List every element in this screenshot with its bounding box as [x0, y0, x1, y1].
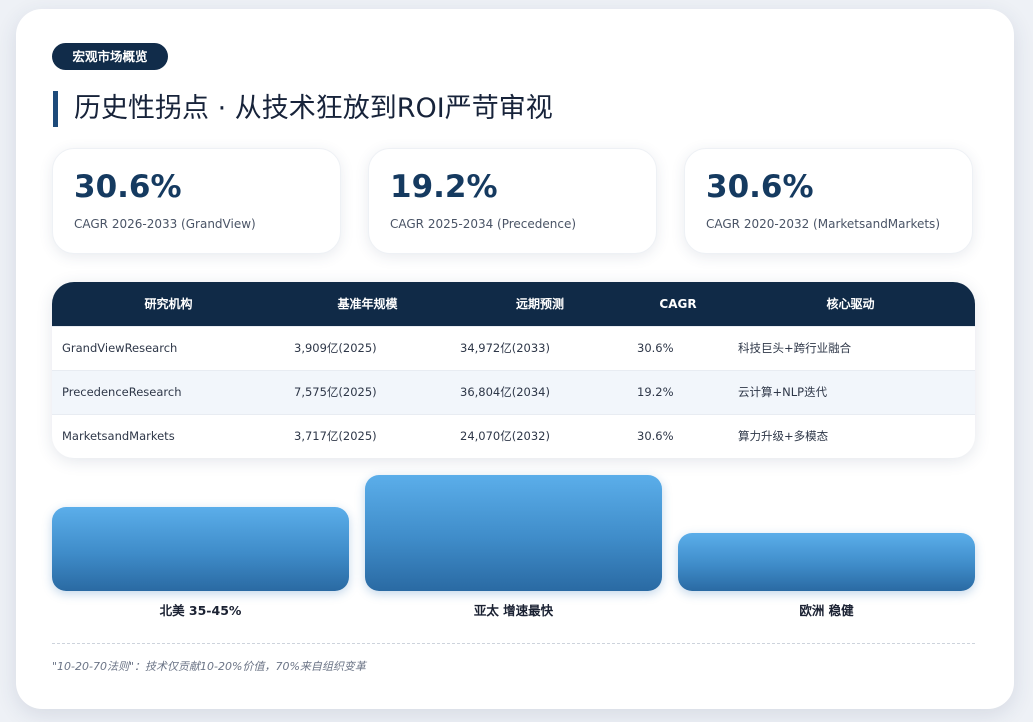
stat-card-grandview: 30.6% CAGR 2026-2033 (GrandView) [52, 148, 341, 254]
cell-base-size: 3,717亿(2025) [294, 429, 377, 443]
page-title: 历史性拐点 · 从技术狂放到ROI严苛审视 [74, 93, 553, 124]
table-row: GrandViewResearch 3,909亿(2025) 34,972亿(2… [52, 326, 975, 370]
stat-card-precedence: 19.2% CAGR 2025-2034 (Precedence) [368, 148, 657, 254]
footnote: "10-20-70法则"：技术仅贡献10-20%价值，70%来自组织变革 [52, 660, 366, 673]
region-label-europe: 欧洲 稳健 [799, 603, 854, 618]
column-header-drivers: 核心驱动 [826, 297, 875, 311]
stat-value: 30.6% [74, 169, 182, 205]
region-label-north-america: 北美 35-45% [159, 603, 242, 618]
column-header-base-size: 基准年规模 [337, 297, 398, 311]
cell-drivers: 云计算+NLP迭代 [738, 385, 828, 399]
region-label-asia-pacific: 亚太 增速最快 [473, 603, 554, 618]
region-bar-asia-pacific [365, 475, 662, 591]
stat-value: 30.6% [706, 169, 814, 205]
cell-institution: GrandViewResearch [62, 341, 178, 355]
cell-drivers: 算力升级+多模态 [738, 429, 829, 443]
cell-forecast: 36,804亿(2034) [460, 385, 550, 399]
region-bar-north-america [52, 507, 349, 591]
column-header-forecast: 远期预测 [515, 297, 564, 311]
cell-forecast: 34,972亿(2033) [460, 341, 550, 355]
stat-label: CAGR 2025-2034 (Precedence) [390, 217, 577, 231]
stat-value: 19.2% [390, 169, 498, 205]
stat-card-marketsandmarkets: 30.6% CAGR 2020-2032 (MarketsandMarkets) [684, 148, 973, 254]
table-header: 研究机构 基准年规模 远期预测 CAGR 核心驱动 [52, 282, 975, 326]
cell-cagr: 30.6% [637, 341, 674, 355]
column-header-cagr: CAGR [659, 297, 697, 311]
cell-cagr: 30.6% [637, 429, 674, 443]
forecast-table: 研究机构 基准年规模 远期预测 CAGR 核心驱动 GrandViewResea… [52, 282, 975, 458]
overview-card: 宏观市场概览 历史性拐点 · 从技术狂放到ROI严苛审视 30.6% CAGR … [16, 9, 1014, 709]
cell-institution: MarketsandMarkets [62, 429, 175, 443]
cell-cagr: 19.2% [637, 385, 674, 399]
table-row: MarketsandMarkets 3,717亿(2025) 24,070亿(2… [52, 414, 975, 458]
footer-divider [52, 643, 975, 644]
column-header-institution: 研究机构 [144, 297, 193, 311]
cell-base-size: 3,909亿(2025) [294, 341, 377, 355]
stat-label: CAGR 2026-2033 (GrandView) [74, 217, 256, 231]
region-bar-europe [678, 533, 975, 591]
cell-forecast: 24,070亿(2032) [460, 429, 550, 443]
stat-label: CAGR 2020-2032 (MarketsandMarkets) [706, 217, 940, 231]
title-accent-bar [53, 91, 58, 127]
cell-base-size: 7,575亿(2025) [294, 385, 377, 399]
table-row: PrecedenceResearch 7,575亿(2025) 36,804亿(… [52, 370, 975, 414]
section-tag: 宏观市场概览 [52, 43, 168, 70]
cell-institution: PrecedenceResearch [62, 385, 182, 399]
cell-drivers: 科技巨头+跨行业融合 [738, 341, 852, 355]
